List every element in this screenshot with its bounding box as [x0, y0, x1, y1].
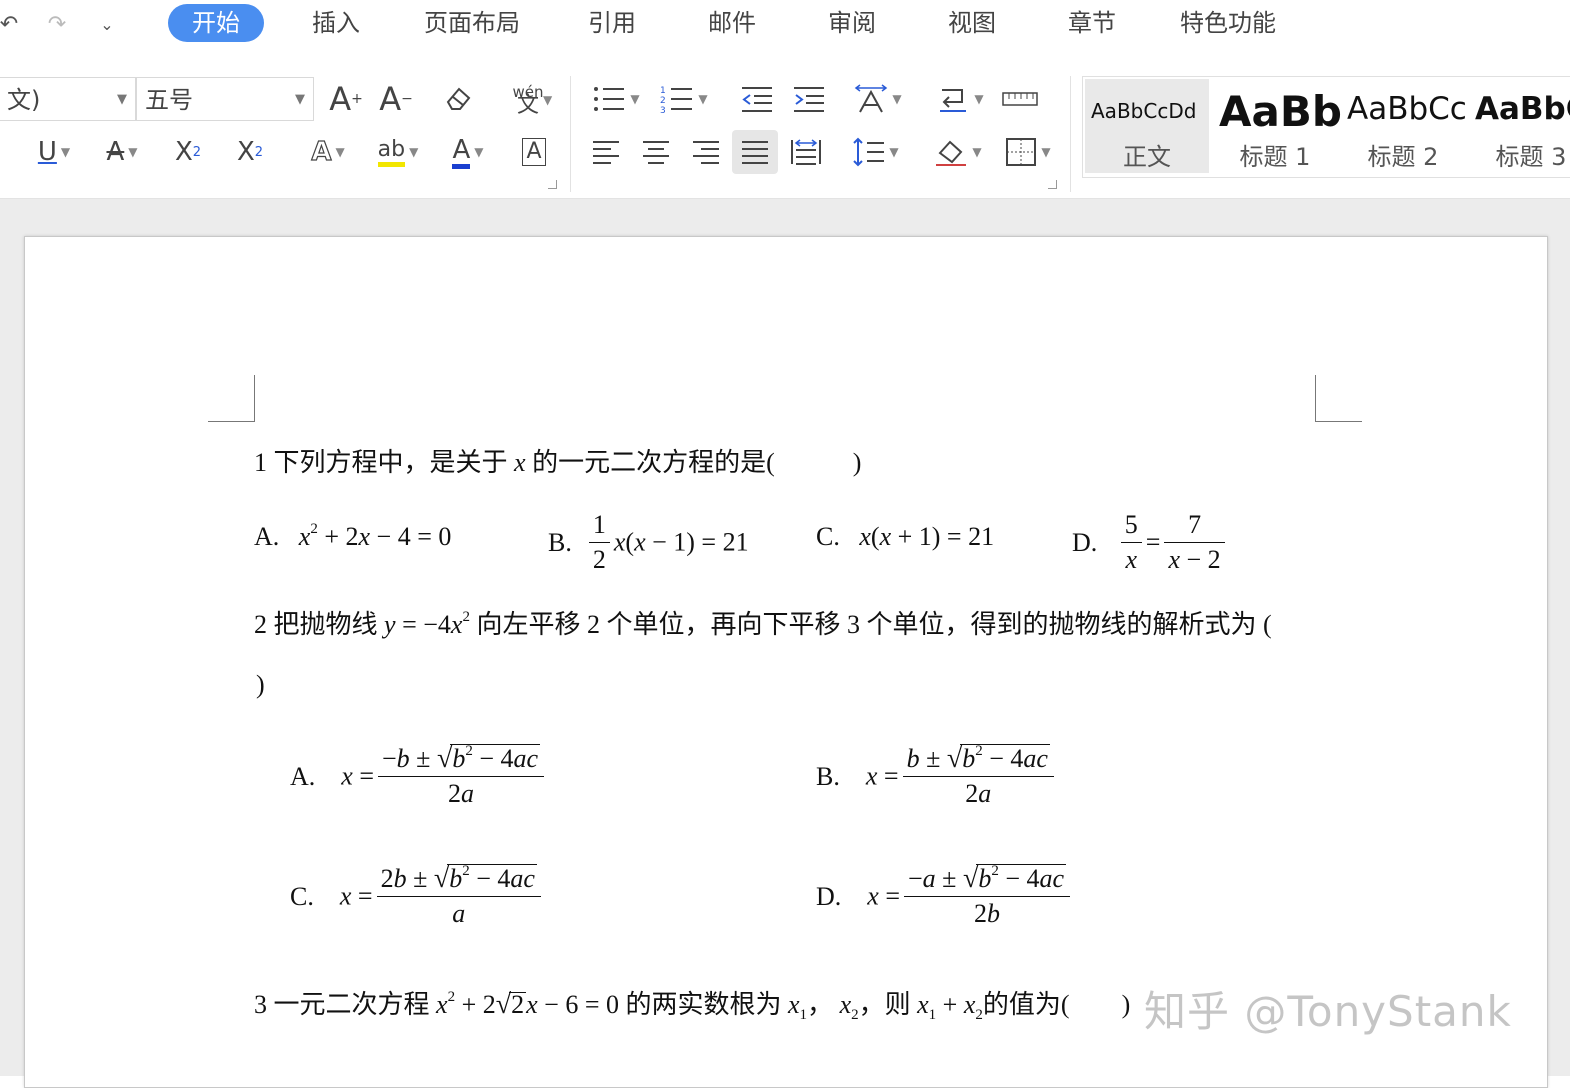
watermark: 知乎 @TonyStank	[1144, 987, 1512, 1036]
svg-text:3: 3	[660, 106, 666, 114]
style-name: 标题 2	[1367, 143, 1439, 171]
font-name-value: 文)	[7, 86, 41, 114]
quick-access-dropdown-icon[interactable]: ⌄	[92, 8, 122, 40]
q1-option-d: D. 5 x = 7 x − 2	[1072, 508, 1229, 577]
font-name-select[interactable]: 文) ▼	[0, 77, 136, 121]
increase-indent-icon[interactable]	[788, 77, 830, 121]
styles-gallery: AaBbCcDd 正文 AaBb 标题 1 AaBbCc 标题 2 AaBbC …	[1082, 76, 1570, 178]
tab-references[interactable]: 引用	[576, 4, 648, 42]
margin-corner-mark	[1315, 375, 1362, 422]
align-right-icon[interactable]	[686, 130, 726, 174]
shading-icon[interactable]: ▼	[928, 130, 988, 174]
q1-option-a: A. x2 + 2x − 4 = 0	[254, 521, 452, 552]
q2-option-a: A. x = −b ± √b2 − 4ac 2a	[290, 742, 548, 811]
character-border-icon[interactable]: A	[514, 130, 554, 174]
ruler-icon[interactable]	[998, 77, 1042, 121]
subscript-icon[interactable]: X2	[228, 130, 272, 174]
ribbon-separator	[570, 76, 571, 192]
underline-icon[interactable]: U ▼	[26, 130, 82, 174]
q2-option-c: C. x = 2b ± √b2 − 4ac a	[290, 862, 545, 931]
tab-special-features[interactable]: 特色功能	[1168, 4, 1288, 42]
font-color-icon[interactable]: A ▼	[440, 130, 496, 174]
align-left-icon[interactable]	[586, 130, 626, 174]
tab-insert[interactable]: 插入	[300, 4, 372, 42]
q2-option-d: D. x = −a ± √b2 − 4ac 2b	[816, 862, 1074, 931]
style-name: 标题 1	[1239, 143, 1311, 171]
tab-view[interactable]: 视图	[936, 4, 1008, 42]
margin-corner-mark	[208, 375, 255, 422]
undo-icon[interactable]: ↶	[0, 8, 24, 40]
clear-formatting-icon[interactable]	[436, 77, 480, 121]
style-heading-3[interactable]: AaBbC 标题 3	[1469, 79, 1570, 173]
menu-bar: ↶ ↷ ⌄ 开始 插入 页面布局 引用 邮件 审阅 视图 章节 特色功能	[0, 0, 1570, 56]
q1-option-b: B. 1 2 x(x − 1) = 21	[548, 510, 749, 574]
q1-option-c: C. x(x + 1) = 21	[816, 522, 995, 551]
chevron-down-icon: ▼	[543, 93, 553, 107]
highlight-icon[interactable]: ab ▼	[368, 130, 428, 174]
style-heading-1[interactable]: AaBb 标题 1	[1213, 79, 1342, 173]
q2-option-b: B. x = b ± √b2 − 4ac 2a	[816, 742, 1058, 811]
tab-home[interactable]: 开始	[168, 4, 264, 42]
tab-review[interactable]: 审阅	[816, 4, 888, 42]
tab-page-layout[interactable]: 页面布局	[412, 4, 532, 42]
borders-icon[interactable]: ▼	[998, 130, 1058, 174]
chevron-down-icon: ▼	[117, 92, 127, 107]
style-name: 标题 3	[1495, 143, 1567, 171]
question-3: 3 一元二次方程 x2 + 2√2x − 6 = 0 的两实数根为 x1， x2…	[254, 989, 1131, 1023]
style-normal[interactable]: AaBbCcDd 正文	[1085, 79, 1209, 173]
svg-text:2: 2	[660, 96, 666, 106]
document-page[interactable]	[24, 236, 1548, 1088]
line-break-icon[interactable]: ▼	[930, 77, 990, 121]
shrink-font-icon[interactable]: A −	[376, 77, 416, 121]
justify-icon[interactable]	[732, 130, 778, 174]
style-sample: AaBbC	[1475, 91, 1570, 127]
line-spacing-icon[interactable]: ▼	[846, 130, 906, 174]
ribbon-separator	[1070, 76, 1071, 192]
chevron-down-icon: ▼	[295, 92, 305, 107]
question-2-close: )	[256, 670, 265, 699]
font-size-select[interactable]: 五号 ▼	[136, 77, 314, 121]
grow-font-icon[interactable]: A +	[326, 77, 366, 121]
text-direction-icon[interactable]: ▼	[848, 77, 908, 121]
bullet-list-icon[interactable]: ▼	[588, 77, 644, 121]
tab-mailings[interactable]: 邮件	[696, 4, 768, 42]
numbered-list-icon[interactable]: 1 2 3 ▼	[656, 77, 712, 121]
superscript-icon[interactable]: X2	[166, 130, 210, 174]
style-sample: AaBbCcDd	[1091, 99, 1197, 123]
tab-section[interactable]: 章节	[1056, 4, 1128, 42]
paragraph-dialog-launcher[interactable]	[1048, 180, 1057, 189]
text-effect-icon[interactable]: A ▼	[298, 130, 358, 174]
style-name: 正文	[1123, 143, 1171, 171]
style-sample: AaBb	[1219, 87, 1342, 136]
align-center-icon[interactable]	[636, 130, 676, 174]
redo-icon[interactable]: ↷	[42, 8, 72, 40]
question-2: 2 把抛物线 y = −4x2 向左平移 2 个单位，再向下平移 3 个单位，得…	[254, 609, 1272, 640]
font-size-value: 五号	[145, 86, 193, 114]
svg-text:1: 1	[660, 86, 666, 96]
distributed-align-icon[interactable]	[786, 130, 826, 174]
strikethrough-icon[interactable]: A ▼	[94, 130, 150, 174]
style-heading-2[interactable]: AaBbCc 标题 2	[1341, 79, 1467, 173]
style-sample: AaBbCc	[1347, 91, 1467, 127]
font-dialog-launcher[interactable]	[548, 180, 557, 189]
decrease-indent-icon[interactable]	[736, 77, 778, 121]
question-1: 1 下列方程中，是关于 x 的一元二次方程的是( )	[254, 448, 862, 477]
